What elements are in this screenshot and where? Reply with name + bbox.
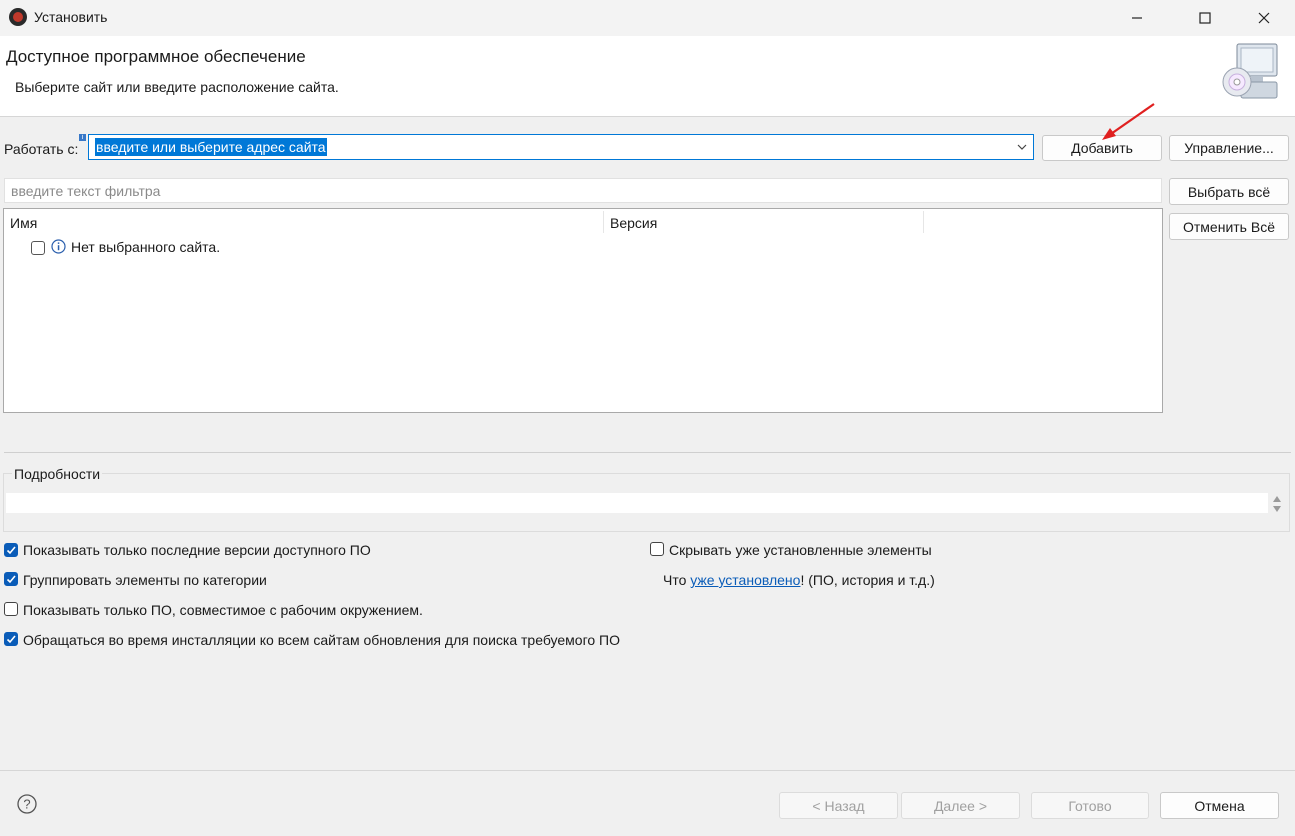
cancel-button[interactable]: Отмена <box>1160 792 1279 819</box>
svg-text:?: ? <box>23 797 30 812</box>
column-header-version[interactable]: Версия <box>610 215 657 231</box>
cd-monitor-icon <box>1222 43 1278 99</box>
minimize-icon <box>1132 17 1142 19</box>
footer-divider <box>0 770 1295 771</box>
filter-placeholder: введите текст фильтра <box>11 183 161 199</box>
help-icon[interactable]: ? <box>17 794 37 814</box>
already-installed-prefix: Что <box>663 572 687 588</box>
page-subtitle: Выберите сайт или введите расположение с… <box>15 79 339 95</box>
details-text-area[interactable] <box>6 493 1268 513</box>
checkmark-icon <box>6 575 16 584</box>
maximize-button[interactable] <box>1182 0 1228 36</box>
already-installed-link[interactable]: уже установлено <box>690 572 800 588</box>
close-icon <box>1258 12 1270 24</box>
compatible-only-checkbox[interactable] <box>4 602 18 616</box>
group-by-category-label: Группировать элементы по категории <box>23 572 267 588</box>
close-button[interactable] <box>1241 0 1287 36</box>
page-title: Доступное программное обеспечение <box>6 47 306 66</box>
annotation-arrow-icon <box>1102 103 1155 140</box>
deselect-all-button[interactable]: Отменить Всё <box>1169 213 1289 240</box>
group-by-category-checkbox[interactable] <box>4 572 18 586</box>
contact-all-sites-checkbox[interactable] <box>4 632 18 646</box>
minimize-button[interactable] <box>1114 0 1160 36</box>
title-bar: Установить <box>0 0 1295 36</box>
row-checkbox[interactable] <box>31 241 45 255</box>
finish-button[interactable]: Готово <box>1031 792 1149 819</box>
column-header-name[interactable]: Имя <box>10 215 37 231</box>
site-combobox[interactable]: введите или выберите адрес сайта <box>88 134 1034 160</box>
chevron-down-icon[interactable] <box>1015 140 1029 154</box>
next-button[interactable]: Далее > <box>901 792 1020 819</box>
compatible-only-label: Показывать только ПО, совместимое с рабо… <box>23 602 423 618</box>
select-all-button[interactable]: Выбрать всё <box>1169 178 1289 205</box>
maximize-icon <box>1199 12 1211 24</box>
details-label: Подробности <box>12 466 103 482</box>
already-installed-suffix: ! (ПО, история и т.д.) <box>800 572 935 588</box>
details-scroll-arrows-icon[interactable] <box>1270 493 1284 515</box>
contact-all-sites-label: Обращаться во время инсталляции ко всем … <box>23 632 621 648</box>
column-divider[interactable] <box>603 211 604 233</box>
checkmark-icon <box>6 546 16 555</box>
filter-input[interactable]: введите текст фильтра <box>4 178 1162 203</box>
checkmark-icon <box>6 635 16 644</box>
column-divider[interactable] <box>923 211 924 233</box>
latest-versions-checkbox[interactable] <box>4 543 18 557</box>
software-tree-table[interactable]: Имя Версия Нет выбранного сайта. <box>3 208 1163 413</box>
window-title: Установить <box>34 9 108 25</box>
info-icon <box>51 239 66 254</box>
back-button[interactable]: < Назад <box>779 792 898 819</box>
app-icon <box>9 8 27 26</box>
site-combobox-value[interactable]: введите или выберите адрес сайта <box>95 138 327 156</box>
section-divider <box>4 452 1291 453</box>
latest-versions-label: Показывать только последние версии досту… <box>23 542 371 558</box>
tree-row-label[interactable]: Нет выбранного сайта. <box>71 239 220 255</box>
hide-installed-label: Скрывать уже установленные элементы <box>669 542 932 558</box>
info-hint-icon: i <box>79 134 86 141</box>
already-installed-text: Что уже установлено! (ПО, история и т.д.… <box>663 572 935 588</box>
work-with-label: Работать с: <box>4 141 79 157</box>
hide-installed-checkbox[interactable] <box>650 542 664 556</box>
manage-sites-button[interactable]: Управление... <box>1169 135 1289 161</box>
